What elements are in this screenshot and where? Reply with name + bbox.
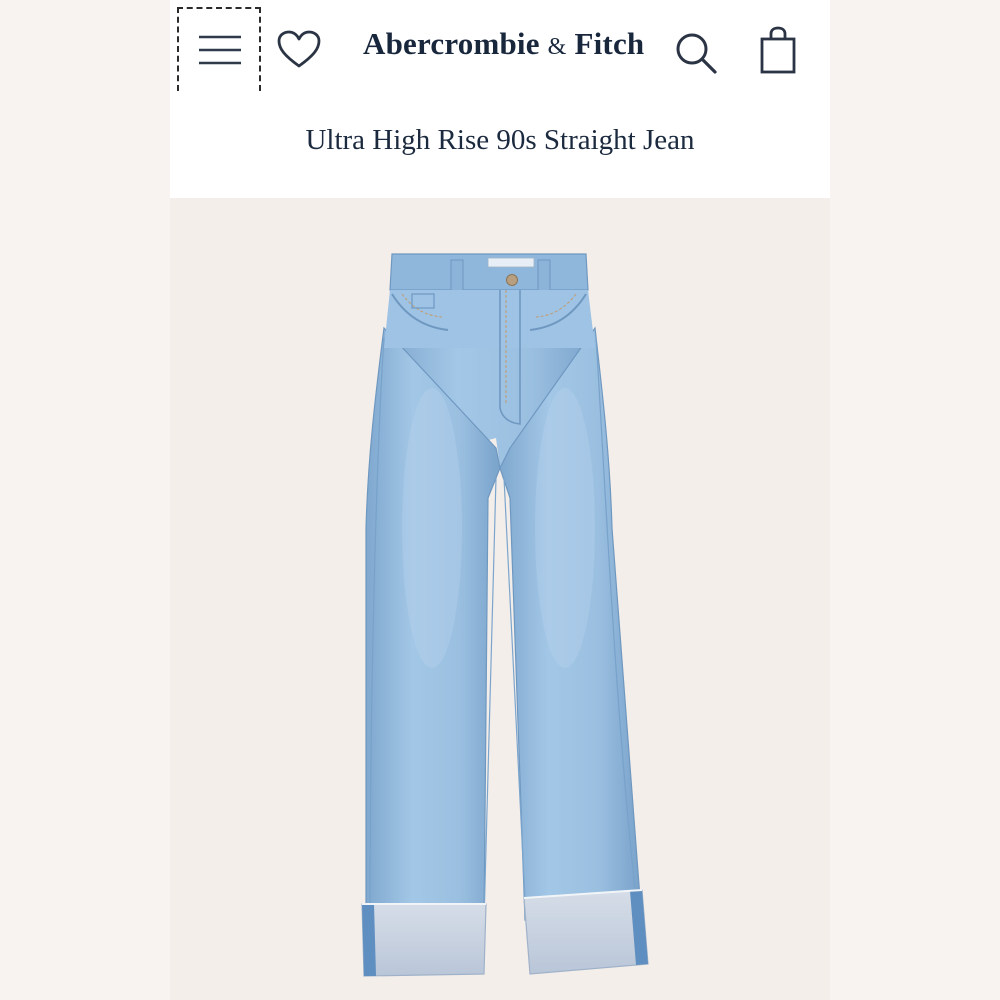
- hamburger-menu-icon: [199, 35, 241, 65]
- brand-ampersand: &: [547, 34, 567, 60]
- shopping-bag-button[interactable]: [756, 26, 800, 76]
- shopping-bag-icon: [760, 26, 796, 74]
- product-image[interactable]: [170, 198, 830, 1000]
- product-title: Ultra High Rise 90s Straight Jean: [305, 124, 695, 156]
- jeans-image: [361, 253, 649, 977]
- search-button[interactable]: [673, 30, 719, 76]
- brand-suffix: Fitch: [574, 26, 645, 61]
- heart-icon: [277, 30, 321, 68]
- wishlist-button[interactable]: [277, 30, 321, 70]
- header-bar: Abercrombie & Fitch Ultra High Rise 90s …: [170, 0, 830, 198]
- mobile-product-page: Abercrombie & Fitch Ultra High Rise 90s …: [170, 0, 830, 1000]
- brand-name: Abercrombie: [363, 26, 540, 61]
- brand-logo[interactable]: Abercrombie & Fitch: [363, 26, 644, 62]
- menu-button[interactable]: [177, 7, 261, 91]
- search-icon: [676, 33, 717, 74]
